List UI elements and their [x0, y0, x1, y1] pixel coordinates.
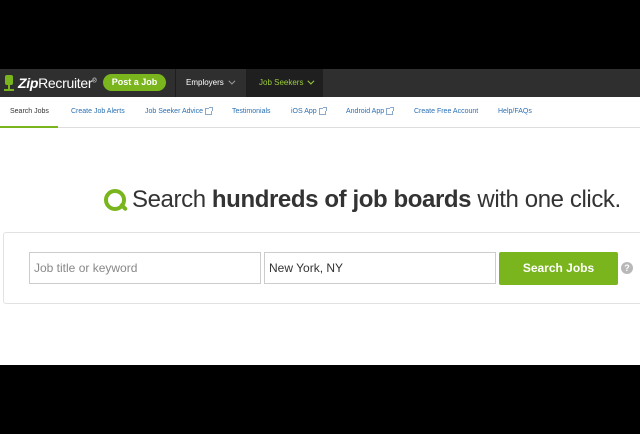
top-navigation: ZipRecruiter® Post a Job Employers Job S…: [0, 69, 640, 97]
tab-android-app[interactable]: Android App: [346, 97, 395, 127]
job-seekers-menu[interactable]: Job Seekers: [247, 69, 323, 97]
chair-icon: [3, 74, 15, 92]
tab-create-job-alerts[interactable]: Create Job Alerts: [71, 97, 125, 127]
employers-menu[interactable]: Employers: [186, 69, 236, 97]
hero-headline: Search hundreds of job boards with one c…: [103, 185, 621, 215]
tab-job-seeker-advice[interactable]: Job Seeker Advice: [145, 97, 213, 127]
tab-help-faqs[interactable]: Help/FAQs: [498, 97, 532, 127]
external-link-icon: [204, 107, 213, 115]
active-tab-indicator: [0, 126, 58, 128]
search-panel: Search Jobs ?: [3, 232, 640, 304]
chevron-down-icon: [228, 77, 236, 85]
tab-ios-app[interactable]: iOS App: [291, 97, 327, 127]
post-a-job-button[interactable]: Post a Job: [103, 74, 166, 91]
help-icon[interactable]: ?: [621, 262, 633, 274]
search-icon: [103, 188, 129, 213]
web-page: ZipRecruiter® Post a Job Employers Job S…: [0, 69, 640, 365]
external-link-icon: [318, 107, 327, 115]
external-link-icon: [386, 107, 395, 115]
logo-text: ZipRecruiter®: [18, 75, 97, 91]
location-input[interactable]: [264, 252, 496, 284]
tab-create-free-account[interactable]: Create Free Account: [414, 97, 478, 127]
tab-testimonials[interactable]: Testimonials: [232, 97, 271, 127]
letterbox-top: [0, 0, 640, 69]
search-jobs-button[interactable]: Search Jobs: [499, 252, 618, 285]
ziprecruiter-logo[interactable]: ZipRecruiter®: [3, 73, 97, 93]
tab-search-jobs[interactable]: Search Jobs: [10, 97, 49, 127]
sub-navigation: Search Jobs Create Job Alerts Job Seeker…: [0, 97, 640, 128]
letterbox-bottom: [0, 365, 640, 434]
nav-divider: [175, 69, 176, 97]
chevron-down-icon: [307, 77, 315, 85]
keyword-input[interactable]: [29, 252, 261, 284]
